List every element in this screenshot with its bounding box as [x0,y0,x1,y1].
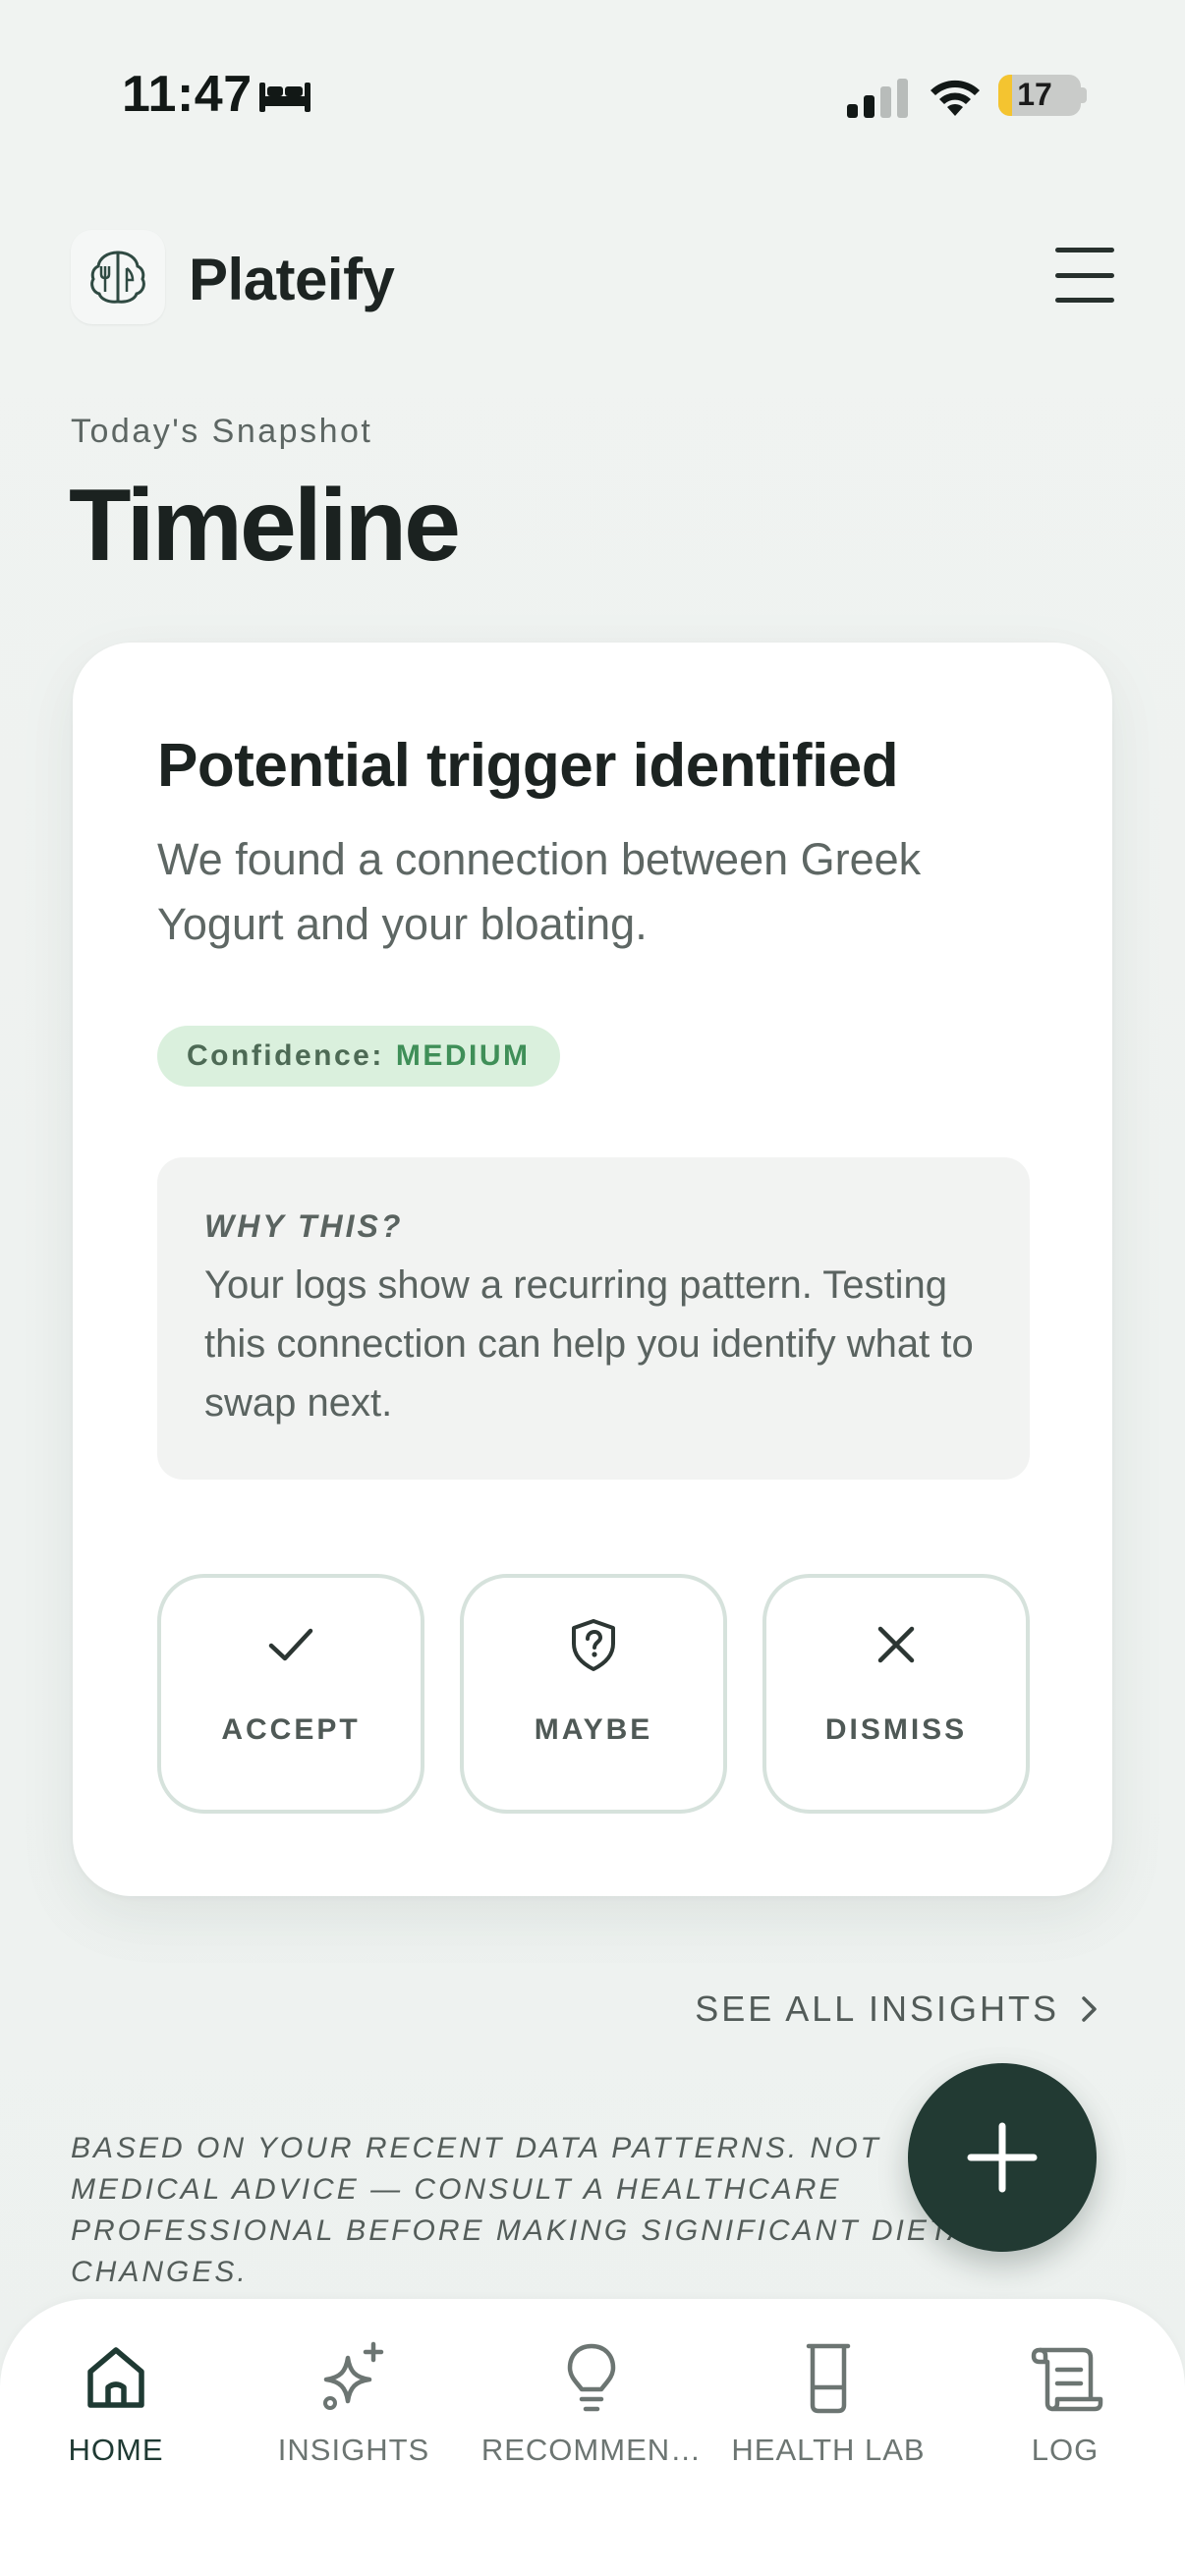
app-logo[interactable] [71,230,165,324]
menu-bar [1055,248,1114,252]
menu-bar [1055,298,1114,303]
menu-bar [1055,272,1114,278]
status-bar: 11:47 17 [0,0,1185,187]
bed-icon [259,83,310,112]
beaker-icon [806,2343,851,2414]
page-eyebrow: Today's Snapshot [71,413,373,450]
home-icon [87,2347,144,2408]
hamburger-menu-icon[interactable] [1055,248,1114,303]
insight-title: Potential trigger identified [157,732,899,800]
nav-item-log[interactable]: LOG [957,2338,1173,2486]
close-icon [877,1626,915,1663]
confidence-label: Confidence: [187,1039,384,1072]
nav-label-log: LOG [1031,2433,1100,2467]
wifi-icon [931,80,980,116]
plus-icon [967,2122,1038,2193]
scroll-icon [1031,2347,1103,2412]
brain-fork-icon [90,251,145,304]
nav-label-recommendations: RECOMMEN… [480,2433,703,2467]
accept-label: ACCEPT [221,1713,361,1746]
nav-item-insights[interactable]: INSIGHTS [246,2338,462,2486]
insight-card: Potential trigger identified We found a … [73,643,1112,1896]
insight-description: We found a connection between Greek Yogu… [157,834,922,949]
app-name: Plateify [189,247,395,312]
maybe-button[interactable]: MAYBE [460,1574,727,1814]
battery-level: 17 [1017,77,1052,112]
cellular-signal-icon [847,79,908,118]
sparkle-icon [323,2341,384,2410]
status-time: 11:47 [122,66,253,123]
confidence-badge: Confidence: MEDIUM [157,1026,560,1087]
insight-actions: ACCEPT MAYBE DISMISS [157,1574,1030,1814]
bottom-nav: HOME INSIGHTS RECOMMEN… HEALTH LAB LOG [0,2299,1185,2576]
checkmark-icon [268,1628,313,1661]
nav-label-health-lab: HEALTH LAB [731,2433,926,2467]
nav-item-home[interactable]: HOME [8,2338,224,2486]
maybe-label: MAYBE [534,1713,653,1746]
app-header: Plateify [71,228,1114,326]
see-all-insights-link[interactable]: SEE ALL INSIGHTS [695,1988,1100,2030]
see-all-insights-label: SEE ALL INSIGHTS [695,1988,1059,2029]
why-this-text: Your logs show a recurring pattern. Test… [204,1263,974,1425]
nav-item-recommendations[interactable]: RECOMMEN… [481,2338,701,2486]
app-screen: 11:47 17 Plateify Today's Snapshot Timel… [0,0,1185,2576]
battery-nub [1081,87,1087,103]
chevron-right-icon [1082,1996,1097,2022]
dismiss-label: DISMISS [824,1713,968,1746]
battery-icon: 17 [998,75,1081,116]
confidence-value: MEDIUM [395,1039,531,1072]
add-entry-fab[interactable] [908,2063,1097,2252]
why-this-box: WHY THIS? Your logs show a recurring pat… [157,1157,1030,1480]
page-title: Timeline [69,469,461,583]
nav-label-home: HOME [68,2433,164,2467]
lightbulb-icon [567,2343,616,2412]
accept-button[interactable]: ACCEPT [157,1574,424,1814]
shield-question-icon [572,1619,615,1671]
dismiss-button[interactable]: DISMISS [762,1574,1030,1814]
nav-label-insights: INSIGHTS [277,2433,430,2467]
nav-item-health-lab[interactable]: HEALTH LAB [720,2338,936,2486]
medical-disclaimer: BASED ON YOUR RECENT DATA PATTERNS. NOT … [71,2132,1017,2288]
why-this-heading: WHY THIS? [204,1208,404,1244]
